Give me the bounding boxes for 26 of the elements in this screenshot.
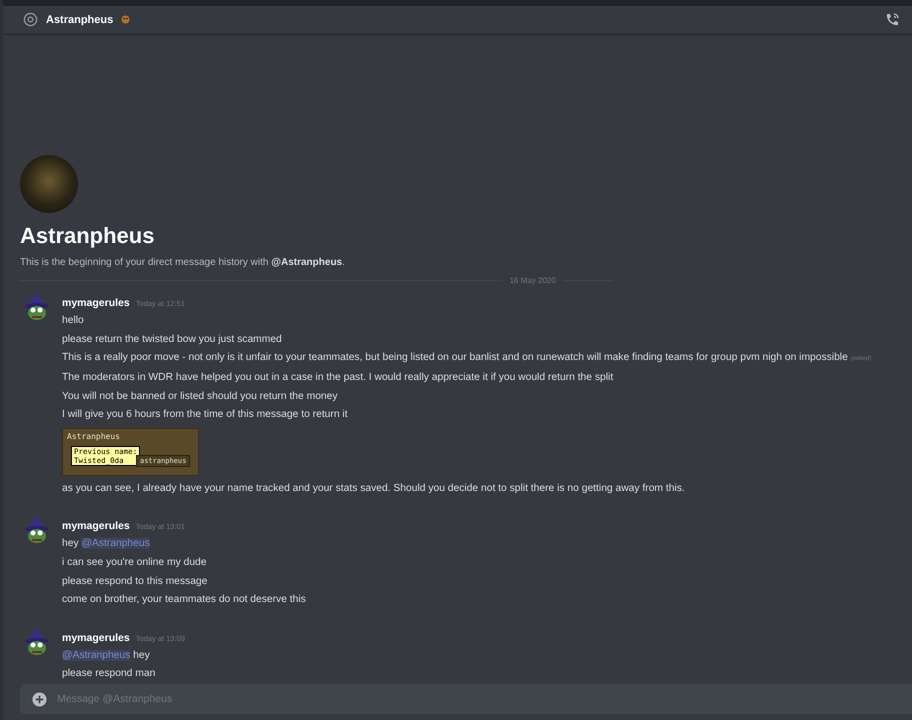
message-text: You will not be banned or listed should you return the money [62,390,338,404]
message-text: come on brother, your teammates do not deserve this [62,593,306,608]
message-text: please respond to this message [62,574,208,589]
avatar-icon[interactable] [22,292,52,322]
player-name-text: Astranpheus [67,432,120,441]
message-text: hello [62,314,84,328]
emoji-icon [121,15,130,24]
channel-title: Astranpheus [46,14,114,26]
message-text: i can see you're online my dude [62,556,206,570]
add-icon[interactable] [32,692,47,706]
intro-text: This is the beginning of your direct message history with @Astranpheus. [20,257,346,268]
avatar-icon[interactable] [22,515,52,546]
phone-call-icon[interactable] [884,12,900,28]
date-divider: 16 May 2020 [510,276,556,286]
message-text: please return the twisted bow you just scammed [62,332,282,347]
message-text: hey @Astranpheus [62,537,150,552]
avatar-icon[interactable] [22,626,52,657]
message-text: as you can see, I already have your name tracked and your stats saved. Should you decide not to split there is no getting away from this. [62,482,685,496]
profile-name: Astranpheus [20,223,156,250]
message-text: I will give you 6 hours from the time of this message to return it [62,408,348,422]
message-author[interactable]: mymagerules [62,297,130,310]
message-text: The moderators in WDR have helped you out in a case in the past. I would really appreciate it if you would return the split [62,371,614,386]
message-author[interactable]: mymagerules [62,632,130,644]
message-text: @Astranpheus hey [62,648,150,663]
message-author[interactable]: mymagerules [62,520,130,532]
message-text: please respond man [62,667,156,682]
